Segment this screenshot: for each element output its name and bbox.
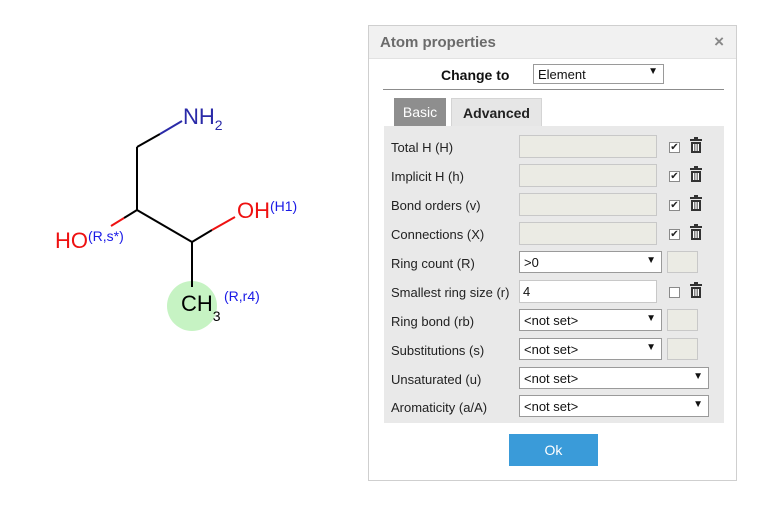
substitutions-value: <not set> [524, 342, 579, 357]
smallest-ring-size-checkbox[interactable] [669, 287, 680, 298]
row-total-h: Total H (H) ✔ [384, 135, 724, 159]
chevron-down-icon: ▼ [693, 399, 703, 410]
row-label: Total H (H) [391, 140, 454, 155]
row-label: Aromaticity (a/A) [391, 400, 488, 415]
row-smallest-ring-size: Smallest ring size (r) 4 [384, 280, 724, 304]
substitutions-extra-input[interactable] [667, 338, 698, 360]
atom-oh-qualifier: (H1) [270, 198, 298, 214]
row-ring-bond: Ring bond (rb) <not set> ▼ [384, 309, 724, 333]
bond-c2-o-o-half [110, 217, 125, 227]
row-label: Implicit H (h) [391, 169, 464, 184]
connections-checkbox[interactable]: ✔ [669, 229, 680, 240]
atom-nh2-sub: 2 [214, 117, 223, 133]
structure-canvas[interactable]: NH2 OH(H1) HO(R,s*) CH3 (R,r4) [0, 0, 360, 523]
trash-icon[interactable] [689, 224, 703, 241]
bond-orders-checkbox[interactable]: ✔ [669, 200, 680, 211]
atom-ch3-qualifier: (R,r4) [224, 288, 260, 304]
atom-ho[interactable]: HO(R,s*) [55, 228, 124, 253]
aromaticity-select[interactable]: <not set> ▼ [519, 395, 709, 417]
row-label: Bond orders (v) [391, 198, 481, 213]
implicit-h-checkbox[interactable]: ✔ [669, 171, 680, 182]
atom-nh2[interactable]: NH2 [183, 104, 223, 133]
change-to-select[interactable]: Element ▼ [533, 64, 664, 84]
row-aromaticity: Aromaticity (a/A) <not set> ▼ [384, 395, 724, 419]
row-unsaturated: Unsaturated (u) <not set> ▼ [384, 367, 724, 391]
divider [383, 89, 724, 90]
change-to-row: Change to Element ▼ [369, 64, 736, 86]
total-h-checkbox[interactable]: ✔ [669, 142, 680, 153]
dialog-titlebar[interactable]: Atom properties × [369, 26, 736, 59]
chevron-down-icon: ▼ [646, 313, 656, 324]
bond-c3-o [191, 229, 213, 243]
implicit-h-input[interactable] [519, 164, 657, 187]
close-icon[interactable]: × [714, 32, 724, 52]
ok-button[interactable]: Ok [509, 434, 598, 466]
advanced-panel: Total H (H) ✔ Implicit H (h) ✔ Bond orde… [384, 126, 724, 423]
substitutions-select[interactable]: <not set> ▼ [519, 338, 662, 360]
tab-basic[interactable]: Basic [394, 98, 446, 126]
trash-icon[interactable] [689, 282, 703, 299]
atom-ch3-text: CH [181, 291, 213, 316]
trash-icon[interactable] [689, 195, 703, 212]
bond-c1-n-n-half [159, 120, 183, 135]
row-bond-orders: Bond orders (v) ✔ [384, 193, 724, 217]
chevron-down-icon: ▼ [646, 342, 656, 353]
bond-lines [110, 120, 236, 331]
ring-count-value: >0 [524, 255, 539, 270]
row-label: Substitutions (s) [391, 343, 485, 358]
atom-properties-dialog: Atom properties × Change to Element ▼ Ba… [368, 25, 737, 481]
atom-ch3-sub: 3 [212, 308, 221, 324]
row-label: Connections (X) [391, 227, 485, 242]
row-connections: Connections (X) ✔ [384, 222, 724, 246]
atom-ch3[interactable]: CH3 [181, 291, 221, 324]
bond-c3-o-o-half [211, 216, 236, 231]
chevron-down-icon: ▼ [693, 371, 703, 382]
change-to-label: Change to [441, 67, 510, 83]
chevron-down-icon: ▼ [646, 255, 656, 266]
total-h-input[interactable] [519, 135, 657, 158]
bond-c1-n [136, 133, 161, 148]
bond-c2-c3 [136, 209, 193, 243]
row-label: Smallest ring size (r) [391, 285, 510, 300]
change-to-value: Element [538, 67, 586, 82]
ring-count-select[interactable]: >0 ▼ [519, 251, 662, 273]
aromaticity-value: <not set> [524, 399, 579, 414]
unsaturated-value: <not set> [524, 371, 579, 386]
row-ring-count: Ring count (R) >0 ▼ [384, 251, 724, 275]
row-label: Ring count (R) [391, 256, 475, 271]
ring-bond-select[interactable]: <not set> ▼ [519, 309, 662, 331]
atom-ho-text: HO [55, 228, 88, 253]
ring-bond-extra-input[interactable] [667, 309, 698, 331]
tab-advanced[interactable]: Advanced [451, 98, 542, 126]
atom-oh-text: OH [237, 198, 270, 223]
row-label: Ring bond (rb) [391, 314, 475, 329]
atom-ho-qualifier: (R,s*) [88, 228, 124, 244]
ring-count-extra-input[interactable] [667, 251, 698, 273]
bond-orders-input[interactable] [519, 193, 657, 216]
smallest-ring-size-input[interactable]: 4 [519, 280, 657, 303]
atom-oh[interactable]: OH(H1) [237, 198, 298, 223]
unsaturated-select[interactable]: <not set> ▼ [519, 367, 709, 389]
row-label: Unsaturated (u) [391, 372, 482, 387]
atom-nh2-text: NH [183, 104, 215, 129]
dialog-title: Atom properties [380, 34, 496, 51]
connections-input[interactable] [519, 222, 657, 245]
chevron-down-icon: ▼ [648, 66, 658, 77]
bond-c2-o [123, 209, 138, 219]
row-implicit-h: Implicit H (h) ✔ [384, 164, 724, 188]
trash-icon[interactable] [689, 166, 703, 183]
row-substitutions: Substitutions (s) <not set> ▼ [384, 338, 724, 362]
trash-icon[interactable] [689, 137, 703, 154]
ring-bond-value: <not set> [524, 313, 579, 328]
